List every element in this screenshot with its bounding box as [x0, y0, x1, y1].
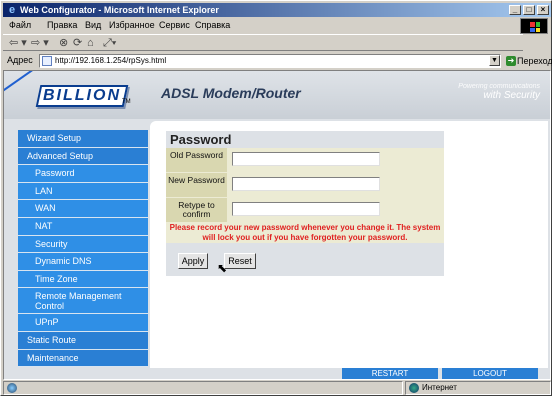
- logout-button[interactable]: LOGOUT: [442, 368, 538, 379]
- sidebar-item-password[interactable]: Password: [18, 165, 148, 183]
- apply-button[interactable]: Apply: [178, 253, 208, 269]
- menu-favorites[interactable]: Избранное: [109, 18, 155, 33]
- menu-tools[interactable]: Сервис: [159, 18, 190, 33]
- password-warning: Please record your new password whenever…: [166, 223, 444, 243]
- sidebar-item-maintenance[interactable]: Maintenance: [18, 349, 148, 368]
- refresh-icon[interactable]: ⟳: [73, 36, 82, 50]
- sidebar-item-advanced-setup[interactable]: Advanced Setup: [18, 147, 148, 166]
- menu-bar: Файл Правка Вид Избранное Сервис Справка: [3, 18, 551, 33]
- internet-zone-icon: [409, 383, 419, 393]
- address-label: Адрес: [7, 55, 33, 65]
- address-input[interactable]: http://192.168.1.254/rpSys.html: [39, 54, 501, 68]
- sidebar-nav: Wizard Setup Advanced Setup Password LAN…: [18, 130, 148, 368]
- new-password-input[interactable]: [232, 177, 380, 191]
- window-title: Web Configurator - Microsoft Internet Ex…: [20, 5, 219, 15]
- fullscreen-icon[interactable]: ⤢▾: [103, 36, 116, 50]
- sidebar-item-wizard-setup[interactable]: Wizard Setup: [18, 130, 148, 148]
- status-bar: Интернет: [3, 381, 551, 395]
- address-url: http://192.168.1.254/rpSys.html: [55, 56, 167, 65]
- sidebar-item-remote-management[interactable]: Remote Management Control: [18, 288, 148, 315]
- sidebar-item-static-route[interactable]: Static Route: [18, 331, 148, 350]
- page-header: BILLION TM ADSL Modem/Router Powering co…: [4, 71, 550, 119]
- form-buttons: Apply Reset ⬉: [166, 243, 444, 276]
- go-button[interactable]: ➜ Переход: [505, 54, 552, 68]
- toolbar: ⇦ ▾ ⇨ ▾ ⊗ ⟳ ⌂ ⤢▾: [3, 34, 523, 51]
- menu-edit[interactable]: Правка: [47, 18, 77, 33]
- maximize-button[interactable]: □: [523, 5, 535, 15]
- back-icon[interactable]: ⇦ ▾: [9, 36, 27, 50]
- page-icon: [42, 56, 52, 66]
- restart-button[interactable]: RESTART: [342, 368, 438, 379]
- sidebar-item-wan[interactable]: WAN: [18, 200, 148, 218]
- sidebar-item-upnp[interactable]: UPnP: [18, 314, 148, 332]
- tagline: Powering communications with Security: [458, 83, 540, 101]
- page-content: BILLION TM ADSL Modem/Router Powering co…: [3, 70, 551, 380]
- old-password-input[interactable]: [232, 152, 380, 166]
- confirm-password-row: Retype to confirm: [166, 198, 444, 223]
- sidebar-item-time-zone[interactable]: Time Zone: [18, 270, 148, 289]
- new-password-row: New Password: [166, 173, 444, 198]
- go-arrow-icon: ➜: [506, 56, 516, 66]
- title-bar[interactable]: e Web Configurator - Microsoft Internet …: [3, 3, 551, 17]
- ie-icon: e: [8, 4, 16, 16]
- address-dropdown-icon[interactable]: ▼: [489, 55, 500, 66]
- home-icon[interactable]: ⌂: [87, 36, 94, 50]
- sidebar-item-security[interactable]: Security: [18, 235, 148, 254]
- sidebar-item-dynamic-dns[interactable]: Dynamic DNS: [18, 253, 148, 271]
- product-title: ADSL Modem/Router: [161, 85, 301, 101]
- menu-file[interactable]: Файл: [9, 18, 31, 33]
- go-label: Переход: [517, 56, 552, 66]
- forward-icon[interactable]: ⇨ ▾: [31, 36, 49, 50]
- status-text: [3, 381, 403, 395]
- page-status-icon: [7, 383, 17, 393]
- old-password-row: Old Password: [166, 148, 444, 173]
- menu-view[interactable]: Вид: [85, 18, 101, 33]
- confirm-password-label: Retype to confirm: [166, 198, 227, 222]
- sidebar-item-lan[interactable]: LAN: [18, 182, 148, 201]
- main-panel: Password Old Password New Password Retyp…: [150, 121, 548, 377]
- close-button[interactable]: ×: [537, 5, 549, 15]
- bottom-bar: RESTART LOGOUT: [4, 368, 550, 379]
- billion-logo: BILLION: [35, 85, 129, 107]
- new-password-label: New Password: [166, 173, 227, 197]
- reset-button[interactable]: Reset: [224, 253, 256, 269]
- mouse-cursor-icon: ⬉: [217, 261, 228, 275]
- browser-window: e Web Configurator - Microsoft Internet …: [0, 0, 552, 396]
- form-title: Password: [166, 131, 444, 148]
- old-password-label: Old Password: [166, 148, 227, 172]
- sidebar-item-nat[interactable]: NAT: [18, 217, 148, 236]
- zone-label: Интернет: [422, 383, 457, 392]
- menu-help[interactable]: Справка: [195, 18, 230, 33]
- stop-icon[interactable]: ⊗: [59, 36, 68, 50]
- trademark: TM: [122, 99, 131, 105]
- address-bar: Адрес http://192.168.1.254/rpSys.html ▼ …: [3, 52, 552, 69]
- windows-logo-icon: [520, 18, 548, 34]
- confirm-password-input[interactable]: [232, 202, 380, 216]
- security-zone: Интернет: [405, 381, 551, 395]
- minimize-button[interactable]: _: [509, 5, 521, 15]
